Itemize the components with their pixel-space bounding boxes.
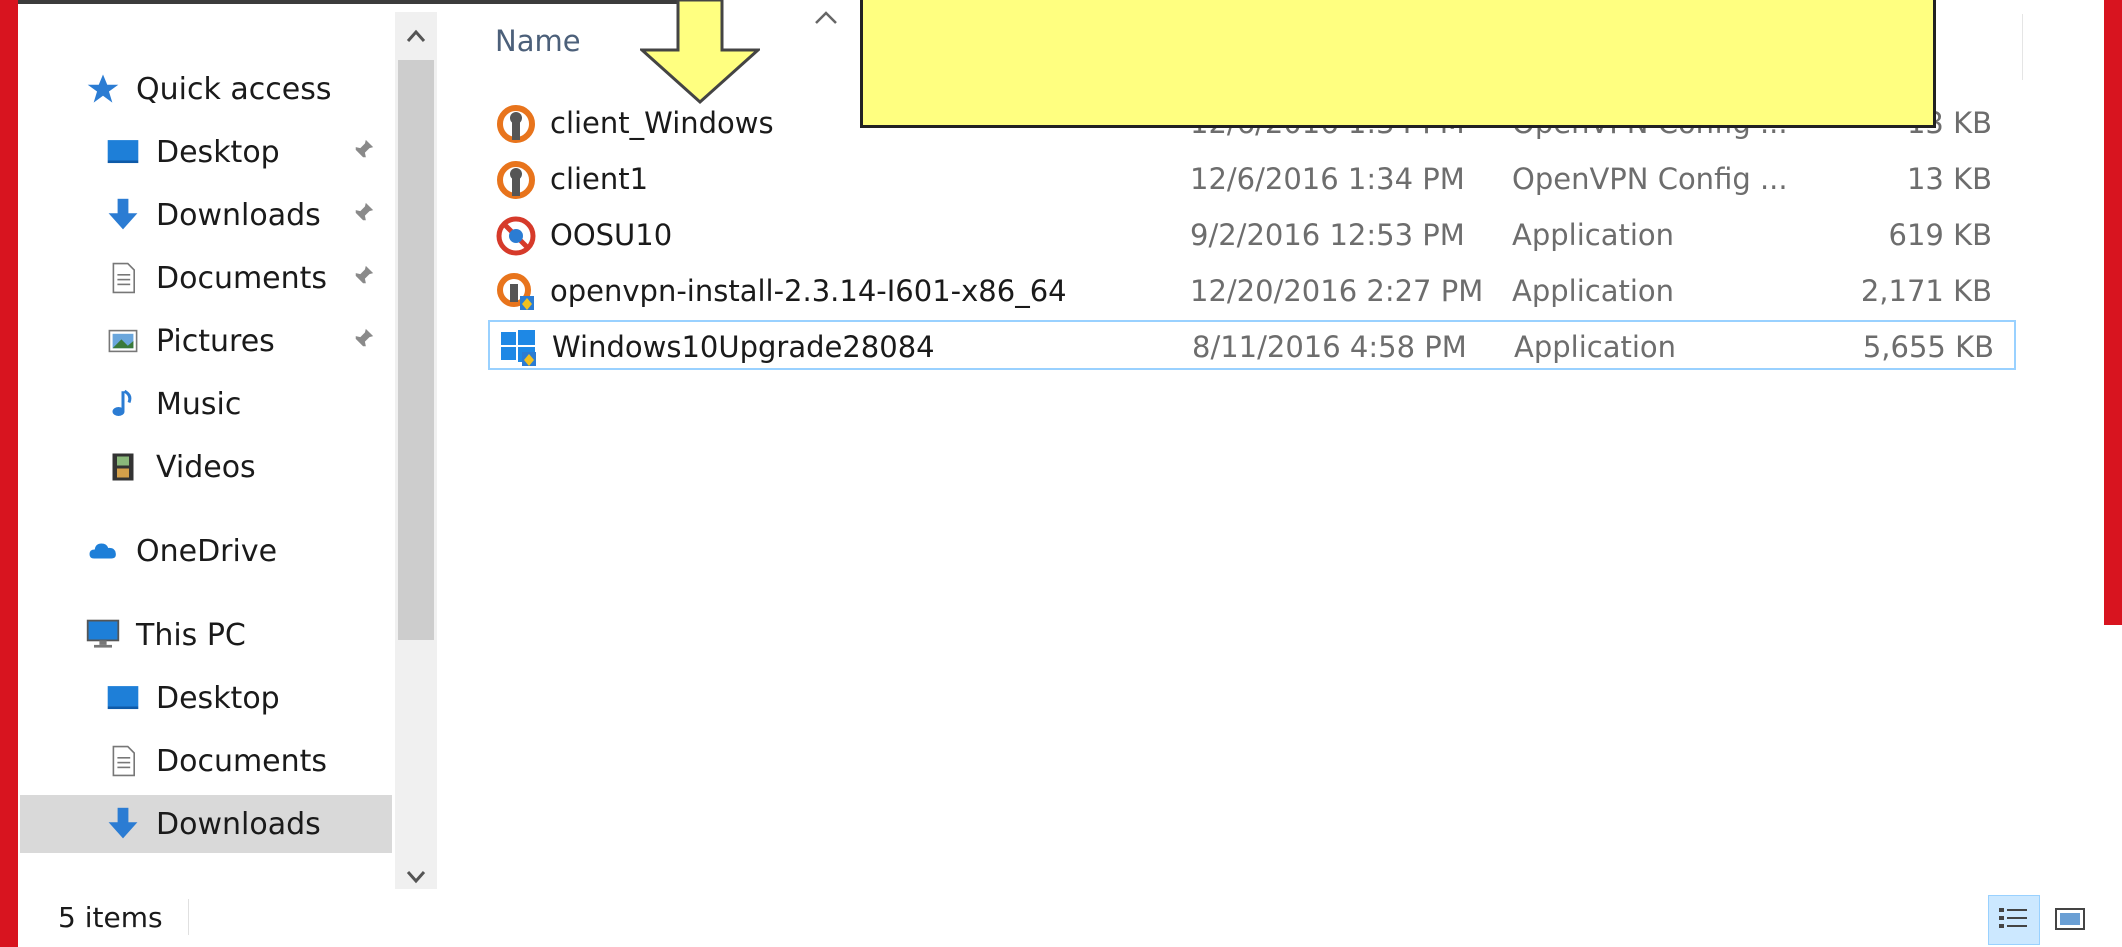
file-date-modified: 9/2/2016 12:53 PM xyxy=(1190,218,1465,252)
nav-item-downloads[interactable]: Downloads xyxy=(20,795,392,853)
column-header-name[interactable]: Name xyxy=(495,24,581,58)
navigation-pane: Quick access Desktop Downloads Documents Pic… xyxy=(20,12,394,892)
yellow-down-arrow-icon xyxy=(640,0,760,105)
status-separator xyxy=(188,899,189,935)
file-name: openvpn-install-2.3.14-I601-x86_64 xyxy=(550,274,1067,308)
nav-item-documents[interactable]: Documents xyxy=(20,249,392,307)
scroll-up-button[interactable] xyxy=(395,14,437,58)
oosu-icon xyxy=(496,216,536,256)
nav-scroll-thumb[interactable] xyxy=(398,60,434,640)
nav-item-this-pc[interactable]: This PC xyxy=(20,606,392,664)
nav-item-label: Videos xyxy=(156,449,256,485)
nav-item-label: Pictures xyxy=(156,323,275,359)
nav-item-label: Desktop xyxy=(156,134,280,170)
right-window-border xyxy=(2104,0,2122,625)
film-icon xyxy=(102,447,144,487)
file-date-modified: 8/11/2016 4:58 PM xyxy=(1192,330,1467,364)
desktop-icon xyxy=(102,678,144,718)
nav-item-onedrive[interactable]: OneDrive xyxy=(20,522,392,580)
file-size: 5,655 KB xyxy=(1862,330,1994,364)
column-separator xyxy=(2022,14,2023,80)
file-name: client1 xyxy=(550,162,649,196)
nav-item-label: Music xyxy=(156,386,242,422)
file-row[interactable]: OOSU10 9/2/2016 12:53 PM Application 619 KB xyxy=(488,210,2016,260)
pin-icon[interactable] xyxy=(353,201,375,229)
file-type: Application xyxy=(1512,274,1675,308)
desktop-icon xyxy=(102,132,144,172)
left-window-border xyxy=(0,0,18,947)
sort-caret-icon xyxy=(813,2,839,32)
file-row[interactable]: client1 12/6/2016 1:34 PM OpenVPN Config .… xyxy=(488,154,2016,204)
nav-item-music[interactable]: Music xyxy=(20,375,392,433)
large-icons-view-button[interactable] xyxy=(2044,895,2096,945)
file-size: 619 KB xyxy=(1888,218,1992,252)
nav-scrollbar[interactable] xyxy=(395,12,437,892)
nav-item-desktop[interactable]: Desktop xyxy=(20,669,392,727)
nav-item-label: Downloads xyxy=(156,806,321,842)
download-arrow-icon xyxy=(102,804,144,844)
file-type: Application xyxy=(1514,330,1677,364)
openvpn-installer-icon xyxy=(496,272,536,312)
item-count: 5 items xyxy=(58,901,163,934)
nav-item-label: Documents xyxy=(156,743,328,779)
nav-item-label: Desktop xyxy=(156,680,280,716)
details-view-icon xyxy=(1999,908,2027,928)
document-icon xyxy=(102,258,144,298)
star-icon xyxy=(82,69,124,109)
pin-icon[interactable] xyxy=(353,138,375,166)
nav-item-quick-access[interactable]: Quick access xyxy=(20,60,392,118)
pin-icon[interactable] xyxy=(353,327,375,355)
details-view-button[interactable] xyxy=(1988,895,2040,945)
file-size: 2,171 KB xyxy=(1860,274,1992,308)
computer-icon xyxy=(82,615,124,655)
document-icon xyxy=(102,741,144,781)
openvpn-icon xyxy=(496,160,536,200)
yellow-callout-box xyxy=(860,0,1936,128)
file-name: OOSU10 xyxy=(550,218,673,252)
file-type: OpenVPN Config ... xyxy=(1512,162,1788,196)
nav-item-videos[interactable]: Videos xyxy=(20,438,392,496)
openvpn-icon xyxy=(496,104,536,144)
nav-item-desktop[interactable]: Desktop xyxy=(20,123,392,181)
file-date-modified: 12/6/2016 1:34 PM xyxy=(1190,162,1465,196)
large-icons-view-icon xyxy=(2055,908,2085,930)
file-type: Application xyxy=(1512,218,1675,252)
nav-item-label: Quick access xyxy=(136,71,332,107)
nav-item-pictures[interactable]: Pictures xyxy=(20,312,392,370)
status-bar: 5 items xyxy=(20,889,2086,947)
nav-item-label: Downloads xyxy=(156,197,321,233)
chevron-down-icon xyxy=(406,871,426,884)
nav-item-downloads[interactable]: Downloads xyxy=(20,186,392,244)
pin-icon[interactable] xyxy=(353,264,375,292)
nav-item-label: OneDrive xyxy=(136,533,278,569)
pictures-icon xyxy=(102,321,144,361)
chevron-up-icon xyxy=(406,29,426,42)
cloud-icon xyxy=(82,531,124,571)
file-name: Windows10Upgrade28084 xyxy=(552,330,935,364)
nav-item-label: Documents xyxy=(156,260,328,296)
download-arrow-icon xyxy=(102,195,144,235)
file-date-modified: 12/20/2016 2:27 PM xyxy=(1190,274,1484,308)
file-row[interactable]: openvpn-install-2.3.14-I601-x86_64 12/20/… xyxy=(488,266,2016,316)
file-size: 13 KB xyxy=(1906,162,1992,196)
nav-item-label: This PC xyxy=(136,617,246,653)
top-frame xyxy=(18,0,678,4)
nav-item-documents[interactable]: Documents xyxy=(20,732,392,790)
windows-upgrade-icon xyxy=(498,328,538,368)
file-name: client_Windows xyxy=(550,106,774,140)
music-note-icon xyxy=(102,384,144,424)
file-row[interactable]: Windows10Upgrade28084 8/11/2016 4:58 PM Ap… xyxy=(488,320,2016,370)
